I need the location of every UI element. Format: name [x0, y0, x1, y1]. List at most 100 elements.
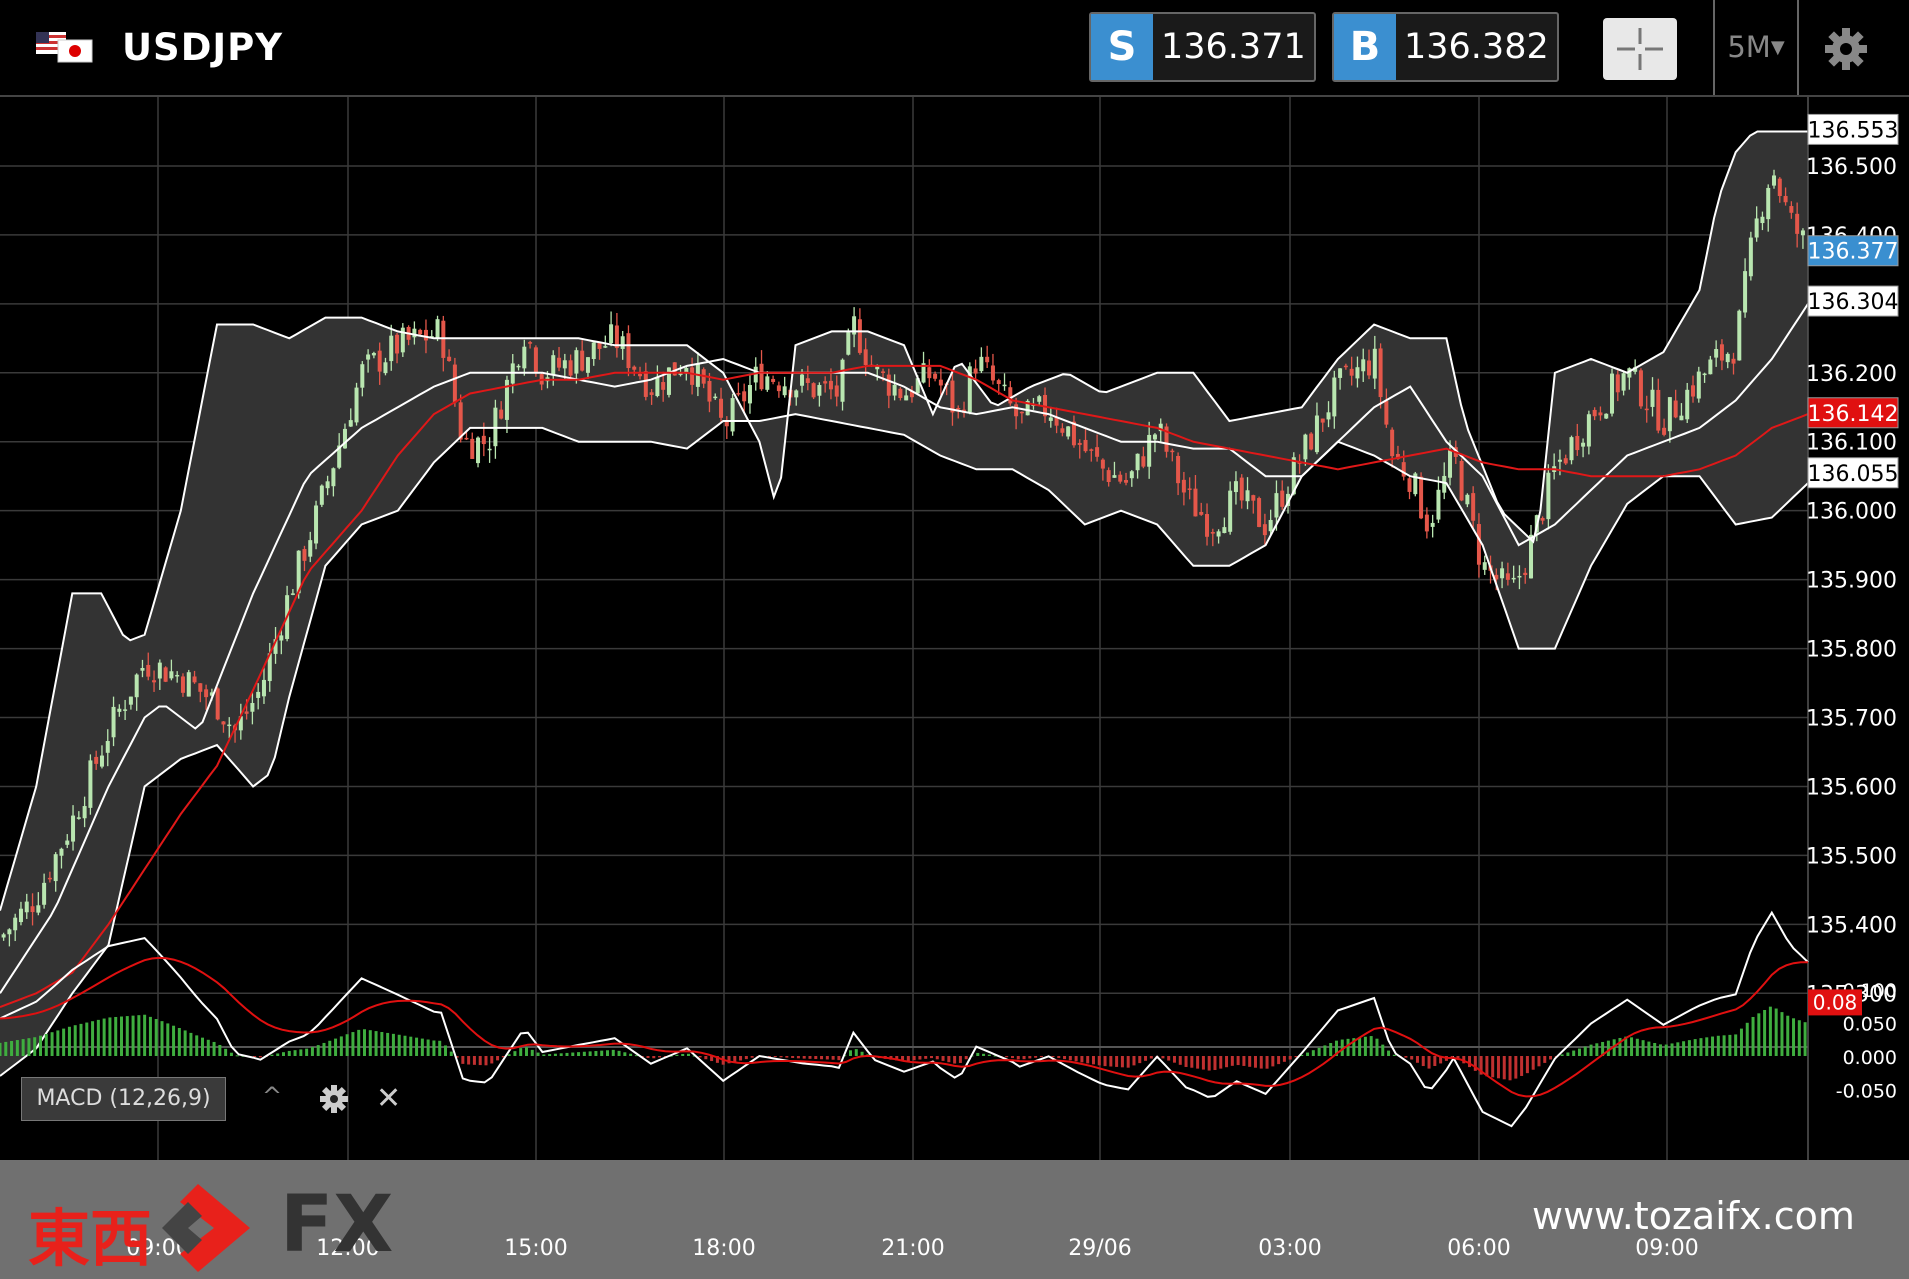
macd-histogram-bar	[814, 1056, 818, 1060]
candle-up	[1511, 577, 1516, 580]
candle-down	[956, 407, 961, 410]
candle-up	[562, 360, 567, 369]
settings-button[interactable]	[1820, 25, 1872, 73]
chevron-up-icon[interactable]: ^	[262, 1082, 282, 1110]
macd-histogram-bar	[1369, 1036, 1373, 1056]
macd-histogram-bar	[982, 1053, 986, 1056]
macd-histogram-bar	[305, 1048, 309, 1056]
macd-indicator-label[interactable]: MACD (12,26,9)	[21, 1077, 226, 1121]
candle-up	[227, 724, 232, 727]
candle-down	[632, 366, 637, 370]
macd-pane: 0.1000.0500.000-0.0500.08	[0, 910, 1897, 1128]
buy-quote-button[interactable]: B 136.382	[1332, 12, 1559, 82]
candle-down	[1176, 455, 1181, 484]
candle-down	[1349, 368, 1354, 376]
candle-down	[452, 364, 457, 403]
candle-up	[1, 934, 6, 938]
crosshair-button[interactable]	[1603, 18, 1677, 80]
candle-up	[389, 335, 394, 362]
macd-close-icon[interactable]: ✕	[376, 1081, 401, 1116]
candle-up	[1355, 367, 1360, 379]
macd-tick-label: -0.050	[1836, 1081, 1897, 1103]
macd-histogram-bar	[935, 1056, 939, 1060]
candle-down	[1205, 514, 1210, 537]
candle-up	[71, 815, 76, 842]
symbol-title: USDJPY	[122, 26, 284, 69]
macd-histogram-bar	[646, 1056, 650, 1058]
macd-histogram-bar	[1577, 1048, 1581, 1056]
candle-down	[47, 877, 52, 880]
candle-up	[522, 346, 527, 369]
candle-up	[1129, 471, 1134, 479]
time-tick-label: 06:00	[1447, 1236, 1511, 1261]
candle-up	[250, 703, 255, 712]
macd-histogram-bar	[345, 1034, 349, 1056]
price-tag-value: 136.055	[1808, 462, 1899, 487]
candle-up	[1557, 459, 1562, 462]
macd-histogram-bar	[1178, 1056, 1182, 1065]
us-japan-flag-icon	[36, 32, 93, 63]
macd-histogram-bar	[409, 1036, 413, 1056]
macd-histogram-bar	[1219, 1056, 1223, 1069]
macd-histogram-bar	[785, 1056, 789, 1058]
candle-down	[898, 388, 903, 399]
candle-down	[996, 380, 1001, 385]
macd-histogram-bar	[750, 1056, 754, 1058]
candle-up	[1702, 373, 1707, 376]
macd-histogram-bar	[1595, 1043, 1599, 1056]
buy-label: B	[1334, 14, 1396, 80]
candle-up	[24, 901, 29, 913]
macd-histogram-bar	[1520, 1056, 1524, 1076]
macd-histogram-bar	[739, 1056, 743, 1061]
candle-down	[152, 680, 157, 683]
candle-down	[950, 380, 955, 413]
candle-up	[342, 428, 347, 449]
candle-down	[1615, 374, 1620, 393]
candle-up	[36, 905, 41, 913]
macd-histogram-bar	[1057, 1056, 1061, 1059]
macd-histogram-bar	[1236, 1056, 1240, 1066]
candle-down	[192, 676, 197, 683]
macd-histogram-bar	[698, 1056, 702, 1058]
macd-settings-gear-icon[interactable]	[318, 1083, 350, 1115]
candle-up	[655, 377, 660, 397]
candle-up	[105, 741, 110, 753]
candle-up	[290, 593, 295, 595]
candle-down	[1060, 428, 1065, 433]
candle-up	[1152, 434, 1157, 440]
candle-down	[1100, 459, 1105, 469]
candle-down	[377, 350, 382, 372]
candle-up	[140, 667, 145, 671]
candle-up	[331, 468, 336, 487]
candle-down	[1251, 495, 1256, 501]
candle-down	[1424, 514, 1429, 532]
candle-up	[1667, 397, 1672, 432]
macd-histogram-bar	[837, 1056, 841, 1061]
sell-quote-button[interactable]: S 136.371	[1089, 12, 1316, 82]
timeframe-select[interactable]: 5M▼	[1713, 0, 1799, 95]
macd-histogram-bar	[987, 1054, 991, 1056]
macd-histogram-bar	[1404, 1056, 1408, 1058]
macd-histogram-bar	[27, 1038, 31, 1056]
candle-down	[94, 756, 99, 764]
price-tick-label: 136.200	[1806, 362, 1897, 387]
price-chart[interactable]: 135.300135.400135.500135.600135.700135.8…	[0, 97, 1909, 1279]
candle-up	[1147, 434, 1152, 467]
macd-histogram-bar	[357, 1029, 361, 1056]
macd-histogram-bar	[1225, 1056, 1229, 1068]
macd-histogram-bar	[449, 1051, 453, 1056]
candle-down	[1407, 478, 1412, 492]
macd-histogram-bar	[1502, 1056, 1506, 1080]
candle-up	[1650, 389, 1655, 407]
candle-down	[499, 409, 504, 419]
macd-histogram-bar	[854, 1049, 858, 1056]
macd-histogram-bar	[588, 1051, 592, 1056]
candle-down	[881, 371, 886, 373]
macd-histogram-bar	[362, 1029, 366, 1056]
candle-up	[1737, 310, 1742, 361]
candle-up	[1326, 412, 1331, 420]
candle-down	[481, 435, 486, 445]
candle-down	[30, 906, 35, 913]
candle-down	[1170, 450, 1175, 453]
crosshair-icon	[1617, 28, 1663, 70]
